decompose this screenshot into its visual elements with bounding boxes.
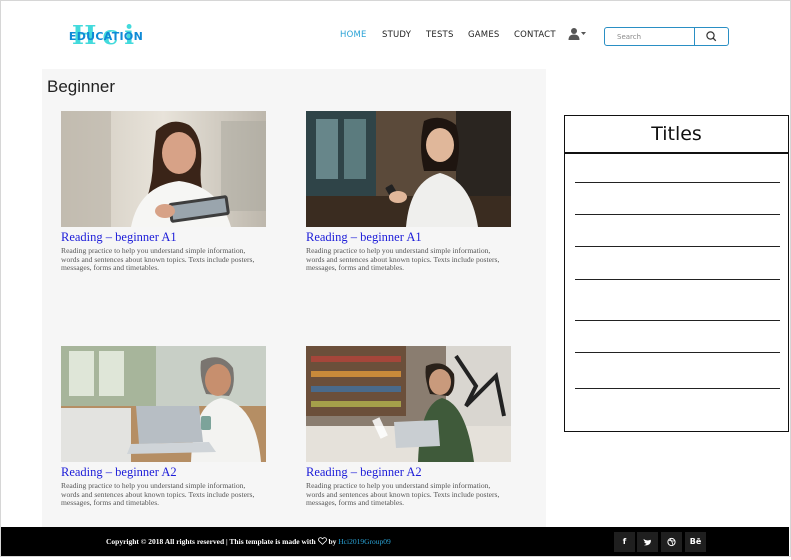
titles-sidebar: Titles	[564, 115, 789, 432]
title-line	[575, 182, 780, 183]
copyright-label: Copyright © 2018 All rights reserved | T…	[106, 537, 316, 546]
card-image-woman-phone[interactable]	[306, 111, 511, 227]
search-input[interactable]	[605, 28, 703, 45]
card-description: Reading practice to help you understand …	[306, 481, 500, 507]
copyright-text: Copyright © 2018 All rights reserved | T…	[106, 537, 391, 546]
card-image-woman-studio[interactable]	[306, 346, 511, 462]
facebook-icon[interactable]: f	[614, 532, 635, 552]
sidebar-title: Titles	[565, 116, 788, 154]
card-image-man-laptop[interactable]	[61, 346, 266, 462]
nav-tests[interactable]: TESTS	[426, 30, 454, 40]
card-description: Reading practice to help you understand …	[61, 481, 255, 507]
nav-home[interactable]: HOME	[340, 30, 367, 40]
title-line	[575, 352, 780, 353]
dribbble-icon[interactable]	[661, 532, 682, 552]
title-line	[575, 320, 780, 321]
title-line	[575, 246, 780, 247]
card-title[interactable]: Reading – beginner A2	[61, 465, 291, 480]
behance-icon[interactable]: Bē	[685, 532, 706, 552]
card-title[interactable]: Reading – beginner A2	[306, 465, 536, 480]
by-label: by	[328, 537, 337, 546]
title-line	[575, 388, 780, 389]
page-title: Beginner	[47, 77, 116, 96]
logo-education-text: EDUCATION	[68, 30, 144, 43]
search-box	[604, 27, 729, 46]
search-button[interactable]	[695, 28, 728, 45]
footer: Copyright © 2018 All rights reserved | T…	[1, 527, 789, 556]
site-logo[interactable]: Hci EDUCATION	[68, 21, 144, 51]
card-description: Reading practice to help you understand …	[306, 246, 500, 272]
heart-icon	[317, 537, 327, 545]
title-line	[575, 214, 780, 215]
nav-contact[interactable]: CONTACT	[514, 30, 556, 40]
twitter-icon[interactable]	[637, 532, 658, 552]
author-link[interactable]: Hci2019Group09	[338, 537, 391, 546]
search-icon	[706, 31, 717, 42]
card-title[interactable]: Reading – beginner A1	[61, 230, 291, 245]
title-line	[575, 279, 780, 280]
nav-games[interactable]: GAMES	[468, 30, 500, 40]
card-title[interactable]: Reading – beginner A1	[306, 230, 536, 245]
user-menu-icon[interactable]	[568, 27, 588, 41]
nav-study[interactable]: STUDY	[382, 30, 411, 40]
card-image-woman-tablet[interactable]	[61, 111, 266, 227]
card-description: Reading practice to help you understand …	[61, 246, 255, 272]
